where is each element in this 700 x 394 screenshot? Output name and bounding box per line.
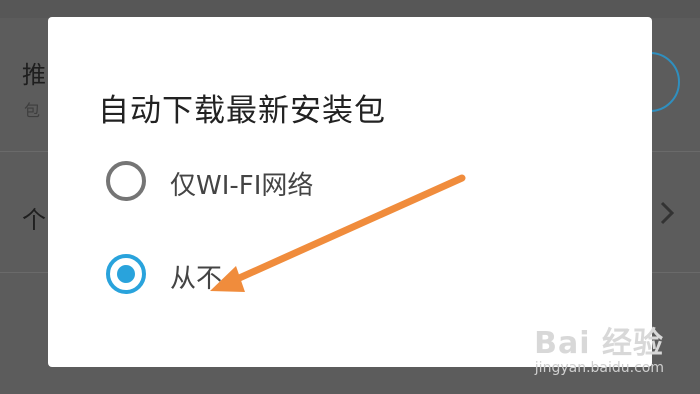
option-label: 仅WI-FI网络: [170, 171, 314, 201]
radio-unchecked-icon[interactable]: [106, 161, 146, 201]
background-row2-title: 个: [22, 206, 46, 234]
background-row-subtitle: 包: [24, 101, 41, 120]
background-top-bar: [0, 0, 700, 18]
chevron-right-icon: [660, 201, 675, 225]
watermark-brand: Bai 经验: [534, 326, 664, 361]
option-label: 从不: [170, 264, 223, 294]
background-row-title: 推: [22, 61, 46, 89]
auto-download-dialog: 自动下载最新安装包 仅WI-FI网络 从不: [48, 17, 652, 367]
watermark: Bai 经验 jingyan.baidu.com: [534, 318, 664, 376]
option-wifi-only[interactable]: 仅WI-FI网络: [104, 159, 524, 207]
dialog-title: 自动下载最新安装包: [98, 93, 386, 129]
option-never[interactable]: 从不: [104, 252, 524, 300]
watermark-url: jingyan.baidu.com: [534, 360, 664, 376]
radio-checked-icon[interactable]: [106, 254, 146, 294]
